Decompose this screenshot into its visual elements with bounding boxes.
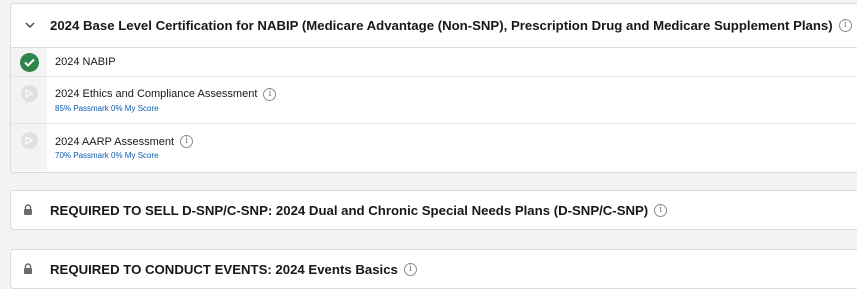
play-icon <box>20 85 38 102</box>
info-icon[interactable]: i <box>654 203 668 217</box>
info-icon[interactable]: i <box>263 87 277 101</box>
section-header-events[interactable]: REQUIRED TO CONDUCT EVENTS: 2024 Events … <box>11 250 857 288</box>
status-gutter <box>11 124 47 171</box>
item-title-text[interactable]: 2024 AARP Assessment <box>55 136 174 148</box>
section-title: REQUIRED TO CONDUCT EVENTS: 2024 Events … <box>50 261 398 277</box>
chevron-down-icon[interactable] <box>23 19 37 33</box>
check-icon <box>19 52 39 72</box>
section-header-dsnp[interactable]: REQUIRED TO SELL D-SNP/C-SNP: 2024 Dual … <box>11 191 857 229</box>
section-title: REQUIRED TO SELL D-SNP/C-SNP: 2024 Dual … <box>50 202 649 218</box>
item-title[interactable]: 2024 NABIP <box>55 56 116 68</box>
item-title: 2024 AARP Assessment i <box>55 135 194 148</box>
list-item[interactable]: 2024 Ethics and Compliance Assessment i … <box>11 77 857 124</box>
info-icon[interactable]: i <box>403 262 417 276</box>
status-gutter <box>11 48 47 76</box>
status-gutter <box>11 77 47 123</box>
lock-icon <box>23 263 35 275</box>
section-header-nabip[interactable]: 2024 Base Level Certification for NABIP … <box>11 4 857 48</box>
item-title-text[interactable]: 2024 Ethics and Compliance Assessment <box>55 88 257 100</box>
item-score: 85% Passmark 0% My Score <box>55 103 159 113</box>
item-score: 70% Passmark 0% My Score <box>55 151 159 160</box>
item-title: 2024 Ethics and Compliance Assessment i <box>55 87 277 101</box>
list-item[interactable]: 2024 AARP Assessment i 70% Passmark 0% M… <box>11 124 857 171</box>
certification-section-dsnp[interactable]: REQUIRED TO SELL D-SNP/C-SNP: 2024 Dual … <box>10 190 857 230</box>
lock-icon <box>23 204 35 216</box>
info-icon[interactable]: i <box>838 19 852 32</box>
play-icon <box>20 132 38 149</box>
list-item[interactable]: 2024 NABIP <box>11 48 857 77</box>
certification-section-nabip: 2024 Base Level Certification for NABIP … <box>10 3 857 173</box>
certification-section-events[interactable]: REQUIRED TO CONDUCT EVENTS: 2024 Events … <box>10 249 857 289</box>
info-icon[interactable]: i <box>180 135 194 148</box>
section-title: 2024 Base Level Certification for NABIP … <box>50 18 833 33</box>
